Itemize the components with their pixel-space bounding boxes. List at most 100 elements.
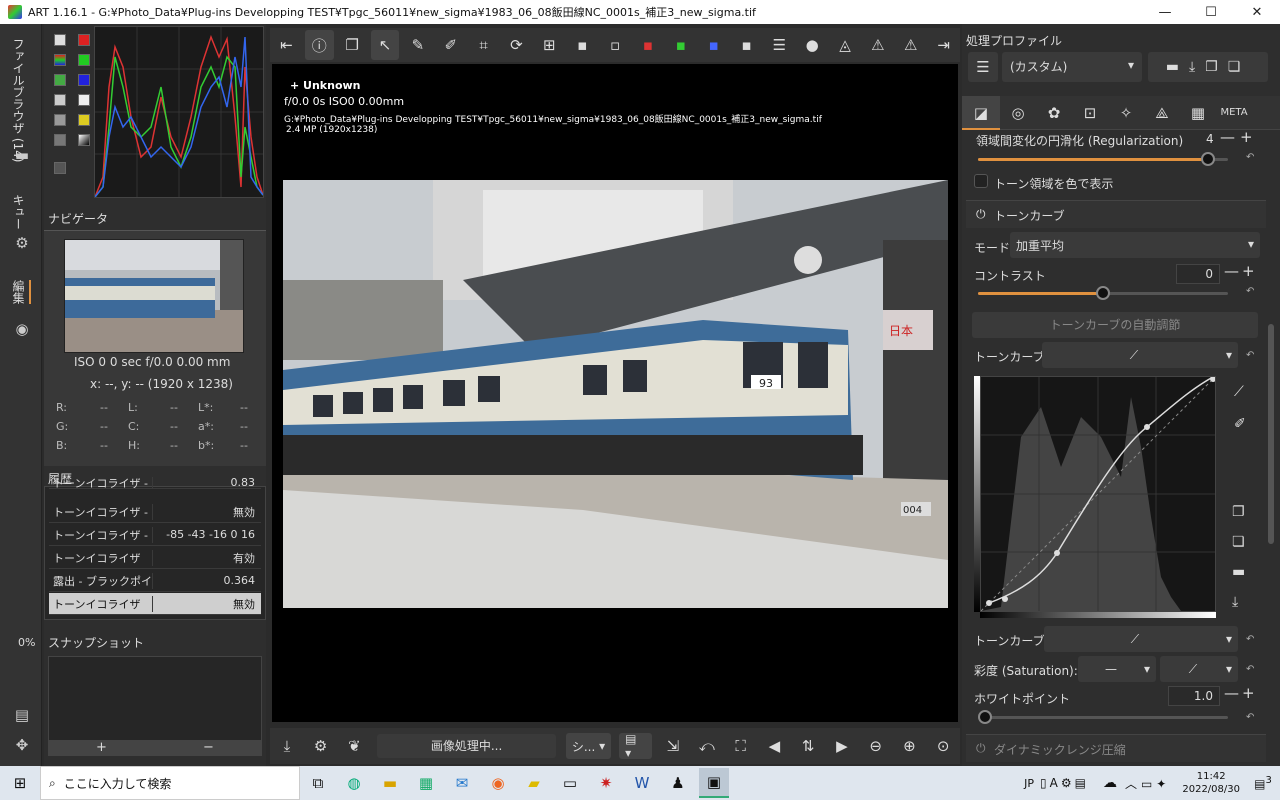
remove-snapshot-button[interactable]: − bbox=[155, 740, 262, 756]
curve-picker-icon[interactable]: ✐ bbox=[1234, 416, 1246, 432]
gear-icon[interactable]: ⚙ bbox=[13, 234, 31, 252]
grid-toggle[interactable] bbox=[54, 134, 66, 146]
metadata-tab-icon[interactable]: META bbox=[1216, 107, 1252, 118]
color-tab-icon[interactable]: ✿ bbox=[1036, 104, 1072, 122]
preview-bg-black-icon[interactable]: ▪ bbox=[568, 30, 597, 60]
regularization-slider[interactable] bbox=[978, 152, 1228, 166]
history-row-selected[interactable]: トーンイコライザ 無効 bbox=[49, 593, 261, 615]
next-image-icon[interactable]: ▶ bbox=[827, 731, 857, 761]
reset-icon[interactable]: ↶ bbox=[1246, 712, 1254, 723]
prev-image-icon[interactable]: ◀ bbox=[759, 731, 789, 761]
save-icon[interactable]: ⤓ bbox=[272, 731, 302, 761]
scanner-icon[interactable]: ▭ bbox=[555, 768, 585, 798]
minimize-button[interactable]: — bbox=[1142, 5, 1188, 20]
hand-tool-icon[interactable]: ↖ bbox=[370, 30, 400, 60]
histogram-settings[interactable] bbox=[54, 162, 66, 174]
whitepoint-value[interactable]: 1.0 bbox=[1168, 686, 1220, 706]
contrast-slider[interactable] bbox=[978, 286, 1228, 300]
store-icon[interactable]: ▦ bbox=[411, 768, 441, 798]
reg-decrement[interactable]: — bbox=[1220, 128, 1235, 146]
explorer-icon[interactable]: ▬ bbox=[375, 768, 405, 798]
close-button[interactable]: ✕ bbox=[1234, 5, 1280, 20]
history-row[interactable]: トーンイコライザ - ... -85 -43 -16 0 16 bbox=[49, 524, 261, 546]
notes-icon[interactable]: ▰ bbox=[519, 768, 549, 798]
bar-toggle[interactable] bbox=[54, 114, 66, 126]
reset-icon[interactable]: ↶ bbox=[1246, 152, 1254, 163]
flip-icon[interactable]: ⇲ bbox=[658, 731, 688, 761]
reg-increment[interactable]: + bbox=[1240, 128, 1253, 146]
drc-header[interactable]: ⏻ ダイナミックレンジ圧縮 bbox=[966, 734, 1266, 762]
zoom-fit-icon[interactable]: ⊙ bbox=[928, 731, 958, 761]
rotate-icon[interactable]: ⟳ bbox=[502, 30, 531, 60]
mail-icon[interactable]: ✉ bbox=[447, 768, 477, 798]
saturation-mode-select[interactable]: — ▾ bbox=[1078, 656, 1156, 682]
chroma-toggle[interactable] bbox=[78, 114, 90, 126]
preview-bg-white-icon[interactable]: ▫ bbox=[601, 30, 630, 60]
fullscreen-icon[interactable]: ⛶ bbox=[726, 731, 756, 761]
red-channel-toggle[interactable] bbox=[78, 34, 90, 46]
blue-channel-toggle[interactable] bbox=[78, 74, 90, 86]
wb-picker-icon[interactable]: ✎ bbox=[403, 30, 432, 60]
contrast-value[interactable]: 0 bbox=[1176, 264, 1220, 284]
view-mode-select[interactable]: シ... ▾ bbox=[565, 733, 612, 759]
notification-icon[interactable]: ▤3 bbox=[1246, 775, 1280, 791]
slider-knob[interactable] bbox=[1201, 152, 1215, 166]
luminance-toggle[interactable] bbox=[78, 94, 90, 106]
scale-toggle[interactable] bbox=[78, 134, 90, 146]
history-row[interactable]: トーンイコライザ - ... 0.83 bbox=[49, 477, 261, 489]
firefox-icon[interactable]: ◉ bbox=[483, 768, 513, 798]
maximize-button[interactable]: ☐ bbox=[1188, 5, 1234, 20]
main-photo[interactable]: 日本 93 004 bbox=[283, 180, 948, 608]
profile-select[interactable]: (カスタム) ▾ bbox=[1002, 52, 1142, 82]
local-tab-icon[interactable]: ⊡ bbox=[1072, 104, 1108, 122]
art-taskbar-icon[interactable]: ▣ bbox=[699, 768, 729, 798]
history-row[interactable]: 露出 - ブラックポイ... 0.364 bbox=[49, 570, 261, 592]
edge-icon[interactable]: ◍ bbox=[339, 768, 369, 798]
add-snapshot-button[interactable]: + bbox=[48, 740, 155, 756]
contrast-increment[interactable]: + bbox=[1242, 262, 1255, 280]
rotate-left-icon[interactable]: ⤺ bbox=[692, 731, 722, 761]
power-icon[interactable]: ⏻ bbox=[976, 207, 986, 222]
hide-right-panel-icon[interactable]: ⇥ bbox=[929, 30, 958, 60]
curve-edit-point-icon[interactable]: ⟋ bbox=[1234, 384, 1244, 400]
app-red-icon[interactable]: ✷ bbox=[591, 768, 621, 798]
blue-preview-icon[interactable]: ▪ bbox=[699, 30, 728, 60]
ime-lang[interactable]: JP bbox=[1024, 777, 1034, 790]
external-editor-icon[interactable]: ❦ bbox=[340, 731, 370, 761]
history-row[interactable]: トーンイコライザ - ... 無効 bbox=[49, 501, 261, 523]
mode-select[interactable]: 加重平均 ▾ bbox=[1010, 232, 1260, 258]
tonecurve-header[interactable]: ⏻ トーンカーブ bbox=[966, 200, 1266, 228]
move-icon[interactable]: ✥ bbox=[13, 736, 31, 754]
chroma-button[interactable] bbox=[54, 74, 66, 86]
tab-file-browser[interactable]: ファイルブラウザ (14) bbox=[10, 38, 27, 162]
transform-tab-icon[interactable]: ⟁ bbox=[1144, 104, 1180, 122]
cloud-icon[interactable]: ☁ bbox=[1103, 775, 1117, 791]
contrast-decrement[interactable]: — bbox=[1224, 262, 1239, 280]
rgb-mode-button[interactable] bbox=[54, 54, 66, 66]
reset-icon[interactable]: ↶ bbox=[1246, 634, 1254, 645]
reset-icon[interactable]: ↶ bbox=[1246, 350, 1254, 361]
effects-tab-icon[interactable]: ✧ bbox=[1108, 104, 1144, 122]
green-preview-icon[interactable]: ▪ bbox=[666, 30, 695, 60]
zoom-out-icon[interactable]: ⊖ bbox=[861, 731, 891, 761]
slider-knob[interactable] bbox=[1096, 286, 1110, 300]
whitepoint-slider[interactable] bbox=[978, 710, 1228, 724]
zoom-in-icon[interactable]: ⊕ bbox=[895, 731, 925, 761]
raw-toggle[interactable] bbox=[54, 94, 66, 106]
clock[interactable]: 11:42 2022/08/30 bbox=[1182, 770, 1240, 796]
windows-start-icon[interactable]: ⊞ bbox=[3, 768, 37, 798]
info-toggle-icon[interactable]: ⓘ bbox=[304, 30, 334, 60]
green-channel-toggle[interactable] bbox=[78, 54, 90, 66]
auto-curve-button[interactable]: トーンカーブの自動調節 bbox=[972, 312, 1258, 338]
sync-icon[interactable]: ⇅ bbox=[793, 731, 823, 761]
curve2-type-select[interactable]: ⟋ ▾ bbox=[1044, 626, 1238, 652]
queue-icon[interactable]: ⚙ bbox=[306, 731, 336, 761]
show-tone-checkbox[interactable] bbox=[974, 174, 988, 188]
wp-decrement[interactable]: — bbox=[1224, 684, 1239, 702]
focus-mask-icon[interactable]: ☰ bbox=[765, 30, 794, 60]
slider-knob[interactable] bbox=[978, 710, 992, 724]
navigator-thumbnail[interactable] bbox=[64, 239, 244, 353]
perspective-icon[interactable]: ⊞ bbox=[535, 30, 564, 60]
saturation-curve-select[interactable]: ⟋ ▾ bbox=[1160, 656, 1238, 682]
crop-icon[interactable]: ⌗ bbox=[469, 30, 498, 60]
